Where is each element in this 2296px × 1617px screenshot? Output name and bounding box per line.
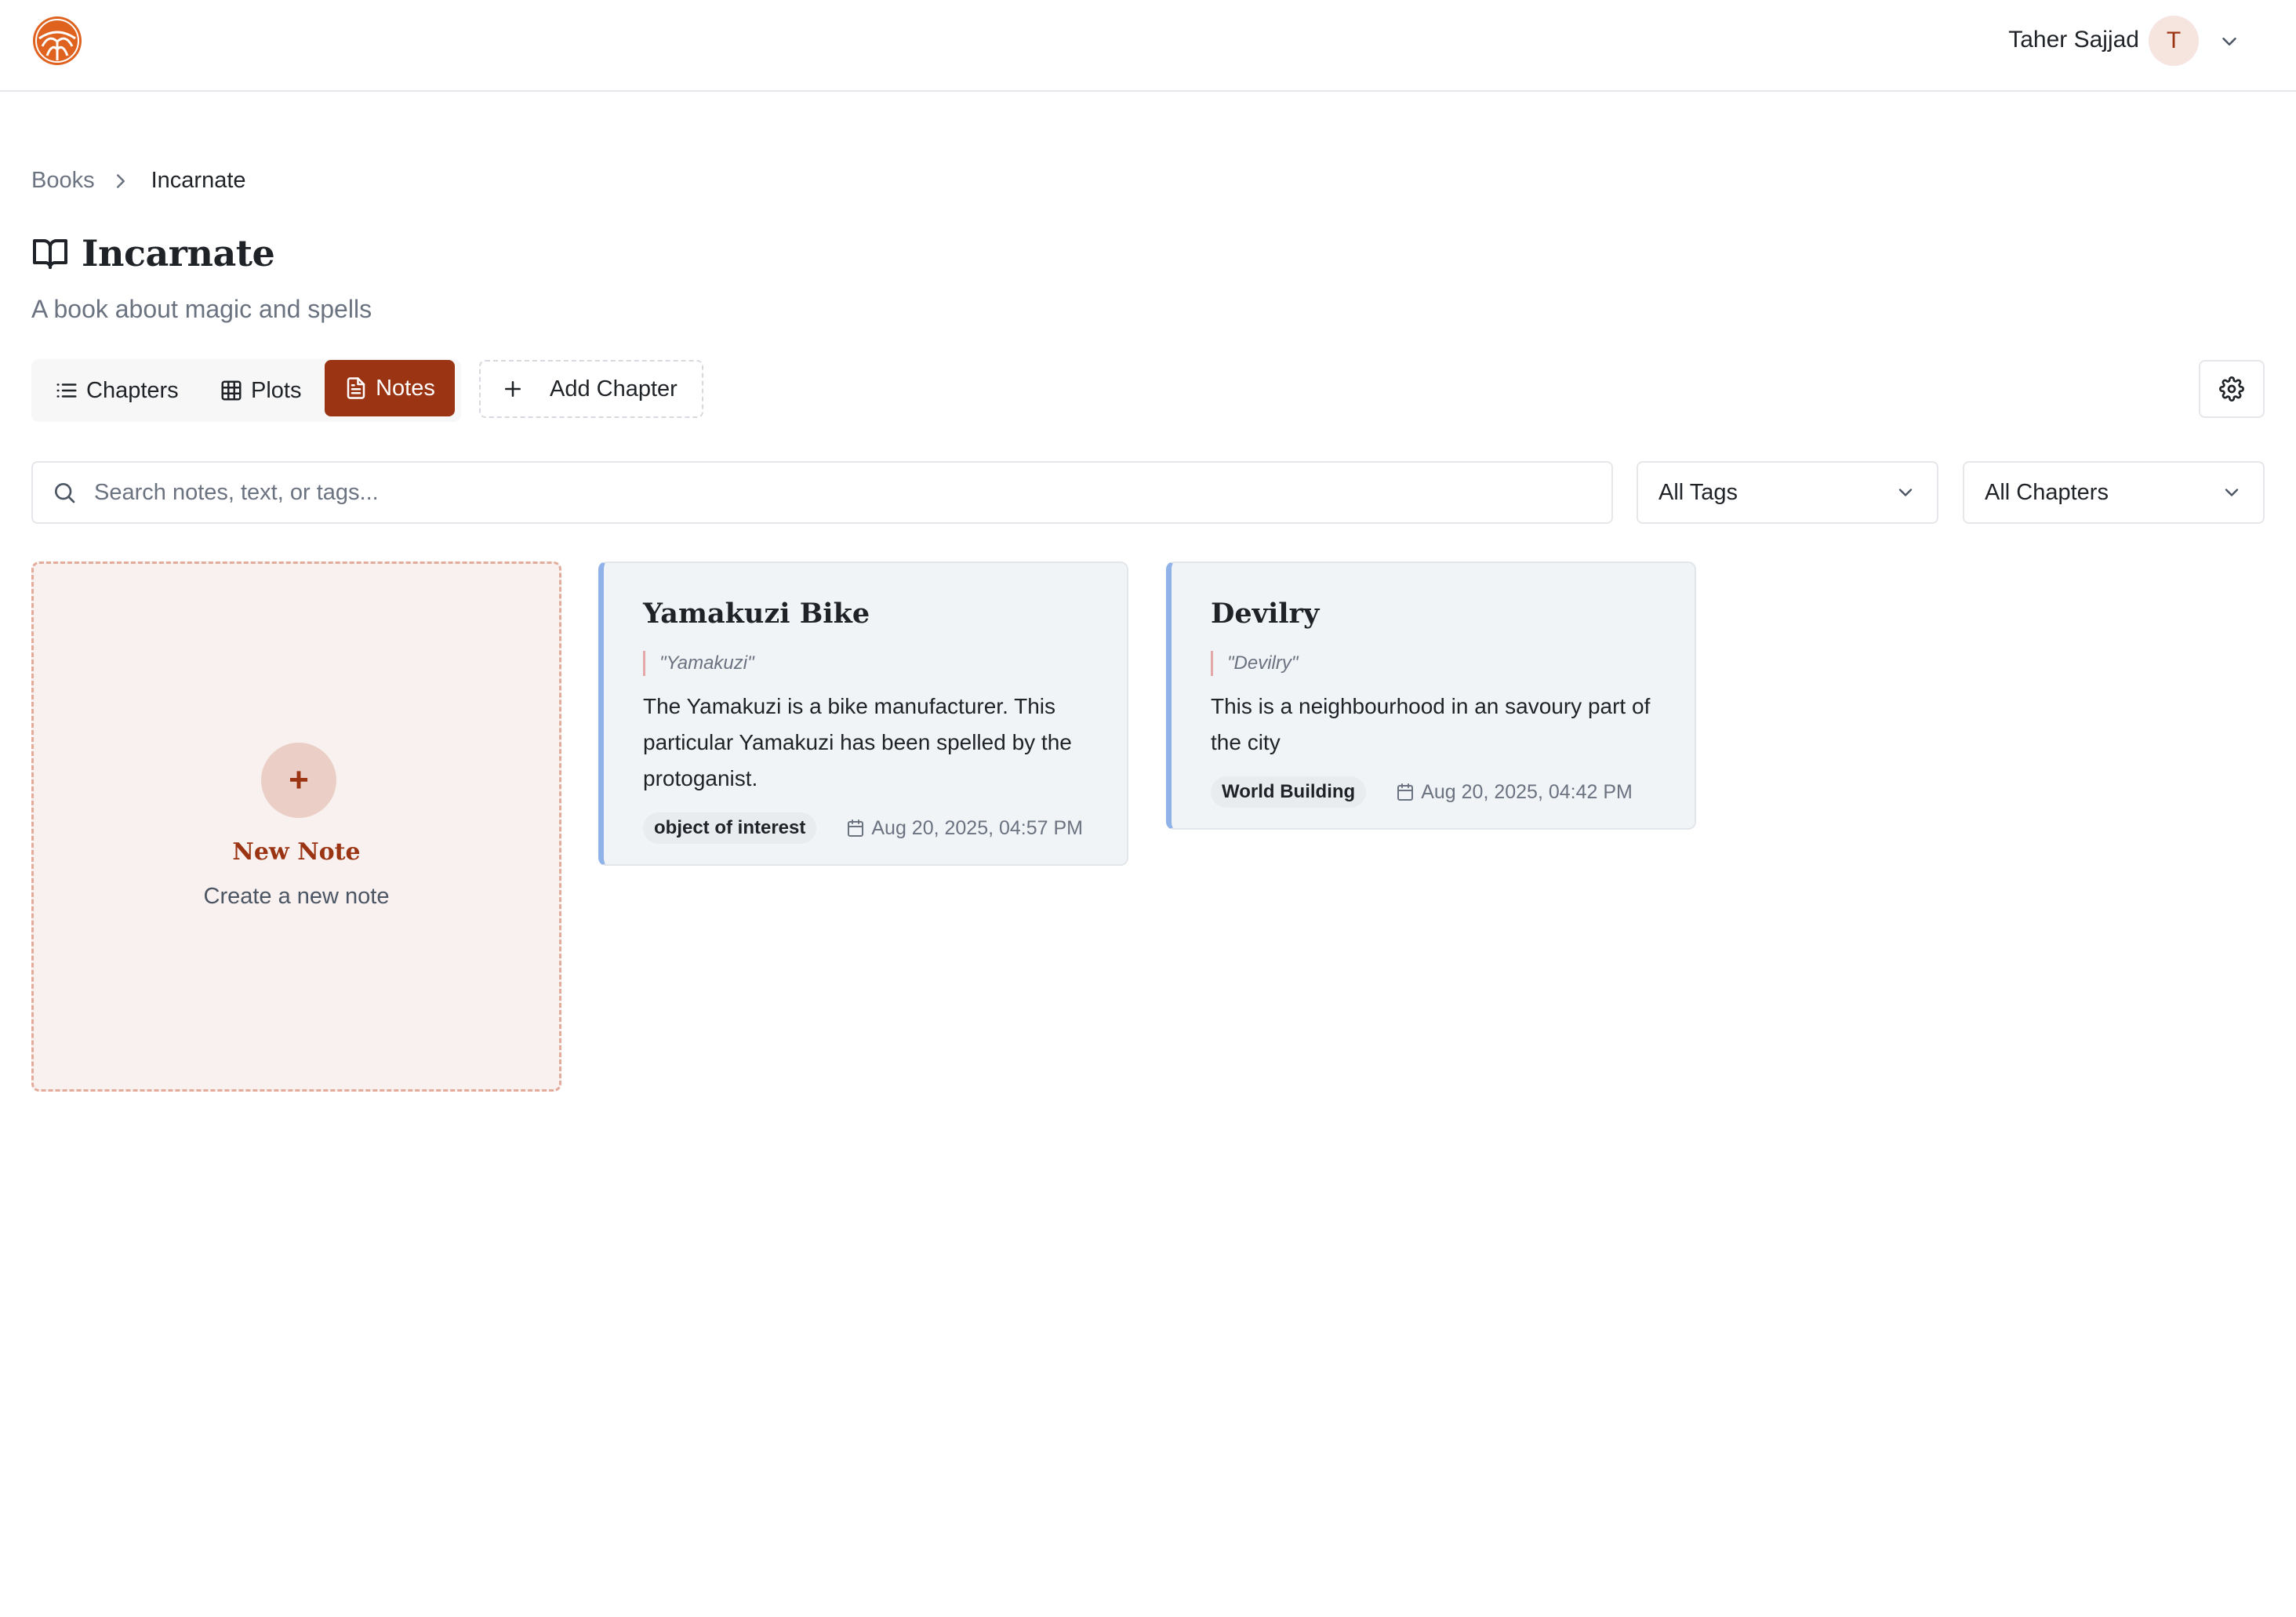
calendar-icon bbox=[848, 819, 864, 837]
page-title-row: Incarnate bbox=[31, 232, 275, 274]
add-chapter-label: Add Chapter bbox=[550, 376, 678, 402]
tab-chapters[interactable]: Chapters bbox=[55, 362, 179, 419]
breadcrumb-current: Incarnate bbox=[151, 168, 246, 193]
new-note-title: New Note bbox=[232, 838, 361, 866]
book-description: A book about magic and spells bbox=[31, 295, 372, 323]
note-card[interactable]: Yamakuzi Bike "Yamakuzi" The Yamakuzi is… bbox=[598, 561, 1128, 866]
tab-notes-label: Notes bbox=[376, 375, 435, 401]
open-book-icon bbox=[33, 239, 67, 269]
note-meta: World Building Aug 20, 2025, 04:42 PM bbox=[1211, 776, 1633, 808]
app-logo-icon[interactable] bbox=[31, 15, 83, 67]
note-quote: "Devilry" bbox=[1211, 651, 1298, 676]
settings-button[interactable] bbox=[2199, 360, 2265, 418]
tab-plots[interactable]: Plots bbox=[220, 362, 301, 419]
note-date-text: Aug 20, 2025, 04:57 PM bbox=[871, 816, 1084, 839]
add-chapter-button[interactable]: Add Chapter bbox=[479, 360, 703, 418]
breadcrumb: Books Incarnate bbox=[31, 168, 246, 194]
note-body: The Yamakuzi is a bike manufacturer. Thi… bbox=[643, 694, 1072, 790]
view-tabs: Chapters Plots Notes bbox=[31, 359, 461, 422]
chapters-filter-value: All Chapters bbox=[1985, 479, 2109, 505]
avatar[interactable]: T bbox=[2149, 16, 2199, 66]
plus-icon bbox=[505, 381, 521, 397]
tab-notes[interactable]: Notes bbox=[325, 360, 455, 416]
new-note-subtitle: Create a new note bbox=[203, 884, 390, 909]
top-navbar: Taher Sajjad T bbox=[0, 0, 2296, 92]
page-title: Incarnate bbox=[82, 232, 275, 274]
chevron-down-icon bbox=[1898, 489, 1913, 496]
note-body: This is a neighbourhood in an savoury pa… bbox=[1211, 694, 1651, 754]
note-card[interactable]: Devilry "Devilry" This is a neighbourhoo… bbox=[1166, 561, 1696, 830]
list-icon bbox=[56, 383, 77, 398]
note-date-text: Aug 20, 2025, 04:42 PM bbox=[1421, 780, 1633, 803]
plus-icon: + bbox=[261, 743, 336, 818]
chapters-filter-select[interactable]: All Chapters bbox=[1963, 461, 2265, 524]
note-tag[interactable]: object of interest bbox=[643, 812, 817, 844]
note-tag[interactable]: World Building bbox=[1211, 776, 1367, 808]
note-quote: "Yamakuzi" bbox=[643, 651, 754, 676]
note-title: Devilry bbox=[1211, 598, 1320, 630]
chevron-down-icon bbox=[2225, 489, 2239, 496]
document-icon bbox=[347, 377, 365, 399]
breadcrumb-books-link[interactable]: Books bbox=[31, 168, 95, 194]
user-name[interactable]: Taher Sajjad bbox=[2008, 27, 2139, 53]
tags-filter-select[interactable]: All Tags bbox=[1637, 461, 1938, 524]
note-date: Aug 20, 2025, 04:42 PM bbox=[1396, 781, 1633, 804]
search-icon bbox=[55, 483, 75, 503]
tab-plots-label: Plots bbox=[251, 377, 302, 403]
new-note-card[interactable]: + New Note Create a new note bbox=[31, 561, 561, 1092]
grid-icon bbox=[221, 380, 242, 401]
search-input[interactable] bbox=[94, 479, 1584, 506]
tab-chapters-label: Chapters bbox=[86, 377, 179, 403]
calendar-icon bbox=[1397, 783, 1414, 801]
tags-filter-value: All Tags bbox=[1658, 479, 1738, 505]
note-title: Yamakuzi Bike bbox=[643, 598, 870, 630]
chevron-down-icon[interactable] bbox=[2218, 30, 2241, 53]
note-meta: object of interest Aug 20, 2025, 04:57 P… bbox=[643, 812, 1083, 844]
note-date: Aug 20, 2025, 04:57 PM bbox=[846, 817, 1083, 840]
chevron-right-icon bbox=[116, 173, 125, 188]
search-box bbox=[31, 461, 1613, 524]
gear-icon bbox=[2219, 376, 2244, 402]
